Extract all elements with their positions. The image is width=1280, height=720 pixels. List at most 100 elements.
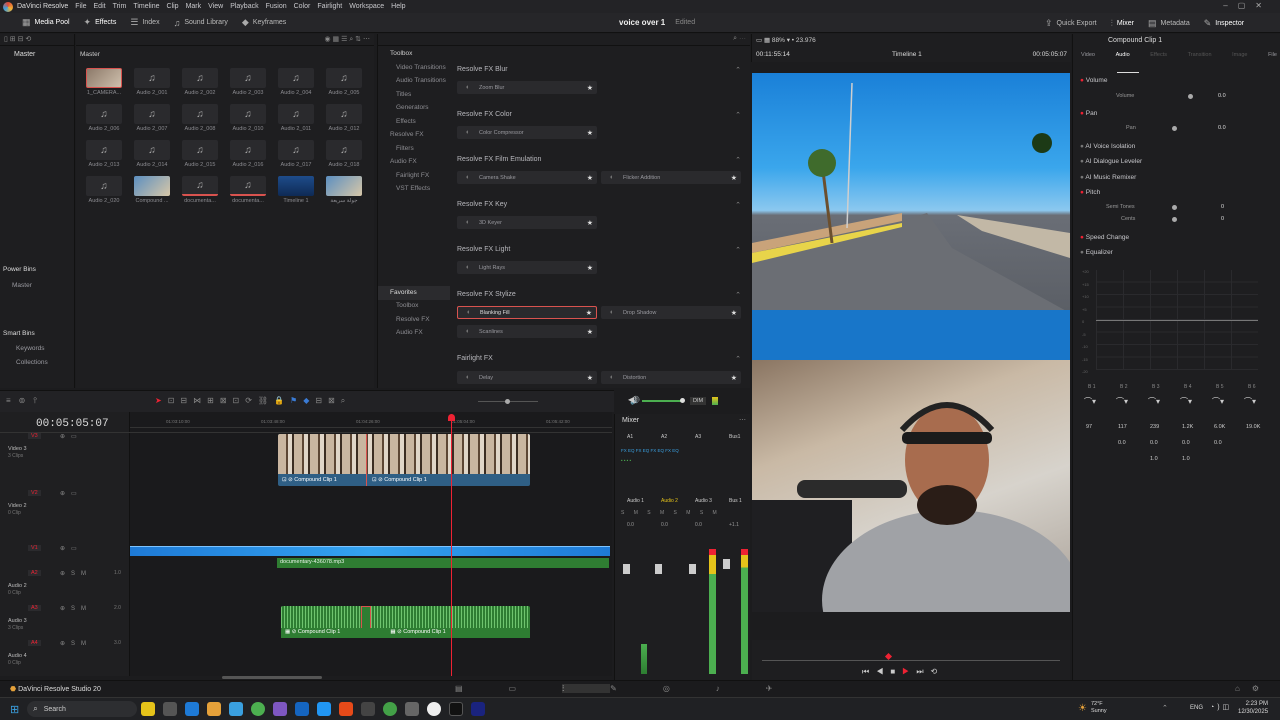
favorite-star-icon[interactable]: ★: [587, 328, 593, 336]
keyframes-button[interactable]: ◆ Keyframes: [242, 17, 286, 28]
section-speed-change[interactable]: ● Speed Change: [1080, 234, 1275, 241]
copilot-icon[interactable]: [185, 702, 200, 716]
capcut-icon[interactable]: [449, 702, 464, 716]
media-clip[interactable]: ♫ Audio 2_002: [180, 68, 220, 96]
tree-filters[interactable]: Filters: [396, 145, 414, 152]
media-clip[interactable]: ♫ Audio 2_011: [276, 104, 316, 132]
tree-fairlight-fx[interactable]: Fairlight FX: [396, 172, 429, 179]
tree-titles[interactable]: Titles: [396, 91, 411, 98]
favorite-star-icon[interactable]: ★: [731, 309, 737, 317]
viewer-presenter-video[interactable]: [752, 360, 1070, 612]
semitones-slider[interactable]: [1172, 205, 1177, 210]
mixer-more-icon[interactable]: ⋯: [739, 416, 746, 424]
metadata-button[interactable]: ▤ Metadata: [1148, 18, 1190, 29]
menu-workspace[interactable]: Workspace: [349, 3, 384, 10]
section-pitch[interactable]: ● Pitch: [1080, 189, 1275, 196]
fx-blanking-fill[interactable]: ◐ Blanking Fill ★: [457, 306, 597, 319]
section-ai-music[interactable]: ● AI Music Remixer: [1080, 174, 1275, 181]
menu-help[interactable]: Help: [391, 3, 405, 10]
pan-value[interactable]: 0.0: [1218, 125, 1226, 131]
section-ai-dialogue[interactable]: ● AI Dialogue Leveler: [1080, 158, 1275, 165]
photos-icon[interactable]: [295, 702, 310, 716]
media-clip[interactable]: ♫ Audio 2_007: [132, 104, 172, 132]
clock[interactable]: 2:23 PM 12/30/2025: [1238, 700, 1268, 716]
viewer-road-video[interactable]: [752, 73, 1070, 310]
track-controls[interactable]: ⊕▭: [60, 545, 83, 552]
eq-band-value[interactable]: 97: [1086, 424, 1092, 430]
tree-effects[interactable]: Effects: [396, 118, 416, 125]
dim-button[interactable]: DIM: [690, 397, 707, 405]
sound-library-button[interactable]: ♫ Sound Library: [174, 18, 228, 28]
tab-file[interactable]: File: [1268, 52, 1277, 58]
transport-controls[interactable]: ⏮◀■▶⏭⟲: [862, 667, 944, 677]
fader-a3[interactable]: [689, 564, 696, 574]
eq-band-shape-dropdown[interactable]: ⌒▾: [1116, 396, 1128, 407]
tab-video[interactable]: Video: [1081, 52, 1095, 58]
media-clip[interactable]: ♫ Audio 2_001: [132, 68, 172, 96]
store-icon[interactable]: [229, 702, 244, 716]
media-clip[interactable]: ♫ Audio 2_018: [324, 140, 364, 168]
language-indicator[interactable]: ENG: [1190, 705, 1203, 711]
master-volume-handle[interactable]: [680, 398, 685, 403]
chrome-2-icon[interactable]: [383, 702, 398, 716]
photoshop-icon[interactable]: [471, 702, 486, 716]
eq-band-shape-dropdown[interactable]: ⌒▾: [1212, 396, 1224, 407]
media-clip[interactable]: 1_CAMERA...: [84, 68, 124, 96]
track-header-v2[interactable]: V2 ⊕▭ Video 20 Clip: [0, 490, 130, 520]
eq-band-shape-dropdown[interactable]: ⌒▾: [1148, 396, 1160, 407]
menu-mark[interactable]: Mark: [186, 3, 202, 10]
media-clip[interactable]: ♫ Audio 2_003: [228, 68, 268, 96]
track-controls[interactable]: ⊕SM: [60, 570, 92, 577]
fx-camera-shake[interactable]: ◐ Camera Shake ★: [457, 171, 597, 184]
mixer-routing[interactable]: FX EQ FX EQ FX EQ FX EQ • • • •: [621, 446, 747, 498]
media-clip[interactable]: جولة سريعة: [324, 176, 364, 204]
tab-audio[interactable]: Audio: [1116, 52, 1130, 58]
viewer-zoom[interactable]: 88%: [772, 37, 785, 44]
menu-edit[interactable]: Edit: [94, 3, 106, 10]
file-explorer-icon[interactable]: [207, 702, 222, 716]
tree-favorites[interactable]: Favorites: [390, 289, 417, 296]
mixer-solo-mute[interactable]: S M S M S M S M: [621, 510, 721, 516]
pan-slider[interactable]: [1172, 126, 1177, 131]
eq-band-value[interactable]: 0.0: [1150, 440, 1158, 446]
home-settings-icons[interactable]: ⌂⚙: [1235, 684, 1271, 693]
fx-3d-keyer[interactable]: ◐ 3D Keyer ★: [457, 216, 597, 229]
window-controls[interactable]: –▢✕: [1223, 1, 1272, 10]
collapse-icon[interactable]: ⌃: [735, 156, 741, 164]
eq-band-value[interactable]: 1.0: [1182, 456, 1190, 462]
track-controls[interactable]: ⊕▭: [60, 490, 83, 497]
menu-clip[interactable]: Clip: [167, 3, 179, 10]
tab-image[interactable]: Image: [1232, 52, 1247, 58]
media-clip[interactable]: ♫ Audio 2_008: [180, 104, 220, 132]
favorite-star-icon[interactable]: ★: [586, 309, 592, 317]
tree-toolbox[interactable]: Toolbox: [390, 50, 412, 57]
track-header-a3[interactable]: A3 ⊕SM Audio 33 Clips 2.0: [0, 605, 130, 635]
bin-master[interactable]: Master: [0, 46, 74, 63]
playhead-handle[interactable]: [448, 414, 455, 421]
collapse-icon[interactable]: ⌃: [735, 66, 741, 74]
eq-band-value[interactable]: 117: [1118, 424, 1127, 430]
favorite-star-icon[interactable]: ★: [587, 174, 593, 182]
mixer-button[interactable]: ⫶ Mixer: [1111, 18, 1134, 29]
tree-video-transitions[interactable]: Video Transitions: [396, 64, 446, 71]
index-button[interactable]: ☰ Index: [130, 17, 159, 28]
eq-graph[interactable]: [1096, 270, 1258, 370]
app-icon[interactable]: [273, 702, 288, 716]
chrome-icon[interactable]: [251, 702, 266, 716]
media-clip[interactable]: ♫ Audio 2_005: [324, 68, 364, 96]
menu-color[interactable]: Color: [294, 3, 311, 10]
tree-audio-transitions[interactable]: Audio Transitions: [396, 77, 446, 84]
tree-generators[interactable]: Generators: [396, 104, 429, 111]
page-switcher[interactable]: ▤▭⫶✎◎♪✈: [455, 684, 819, 694]
section-equalizer[interactable]: ● Equalizer: [1080, 249, 1275, 256]
effects-button[interactable]: ✦ Effects: [84, 17, 117, 28]
fx-light-rays[interactable]: ◐ Light Rays ★: [457, 261, 597, 274]
menu-fusion[interactable]: Fusion: [266, 3, 287, 10]
media-clip[interactable]: ♫ Audio 2_015: [180, 140, 220, 168]
media-clip[interactable]: ♫ Audio 2_016: [228, 140, 268, 168]
menu-trim[interactable]: Trim: [113, 3, 127, 10]
eq-band-value[interactable]: 6.0K: [1214, 424, 1225, 430]
fx-flicker-addition[interactable]: ◐ Flicker Addition ★: [601, 171, 741, 184]
eq-band-value[interactable]: 239: [1150, 424, 1159, 430]
media-clip[interactable]: ♫ Audio 2_006: [84, 104, 124, 132]
